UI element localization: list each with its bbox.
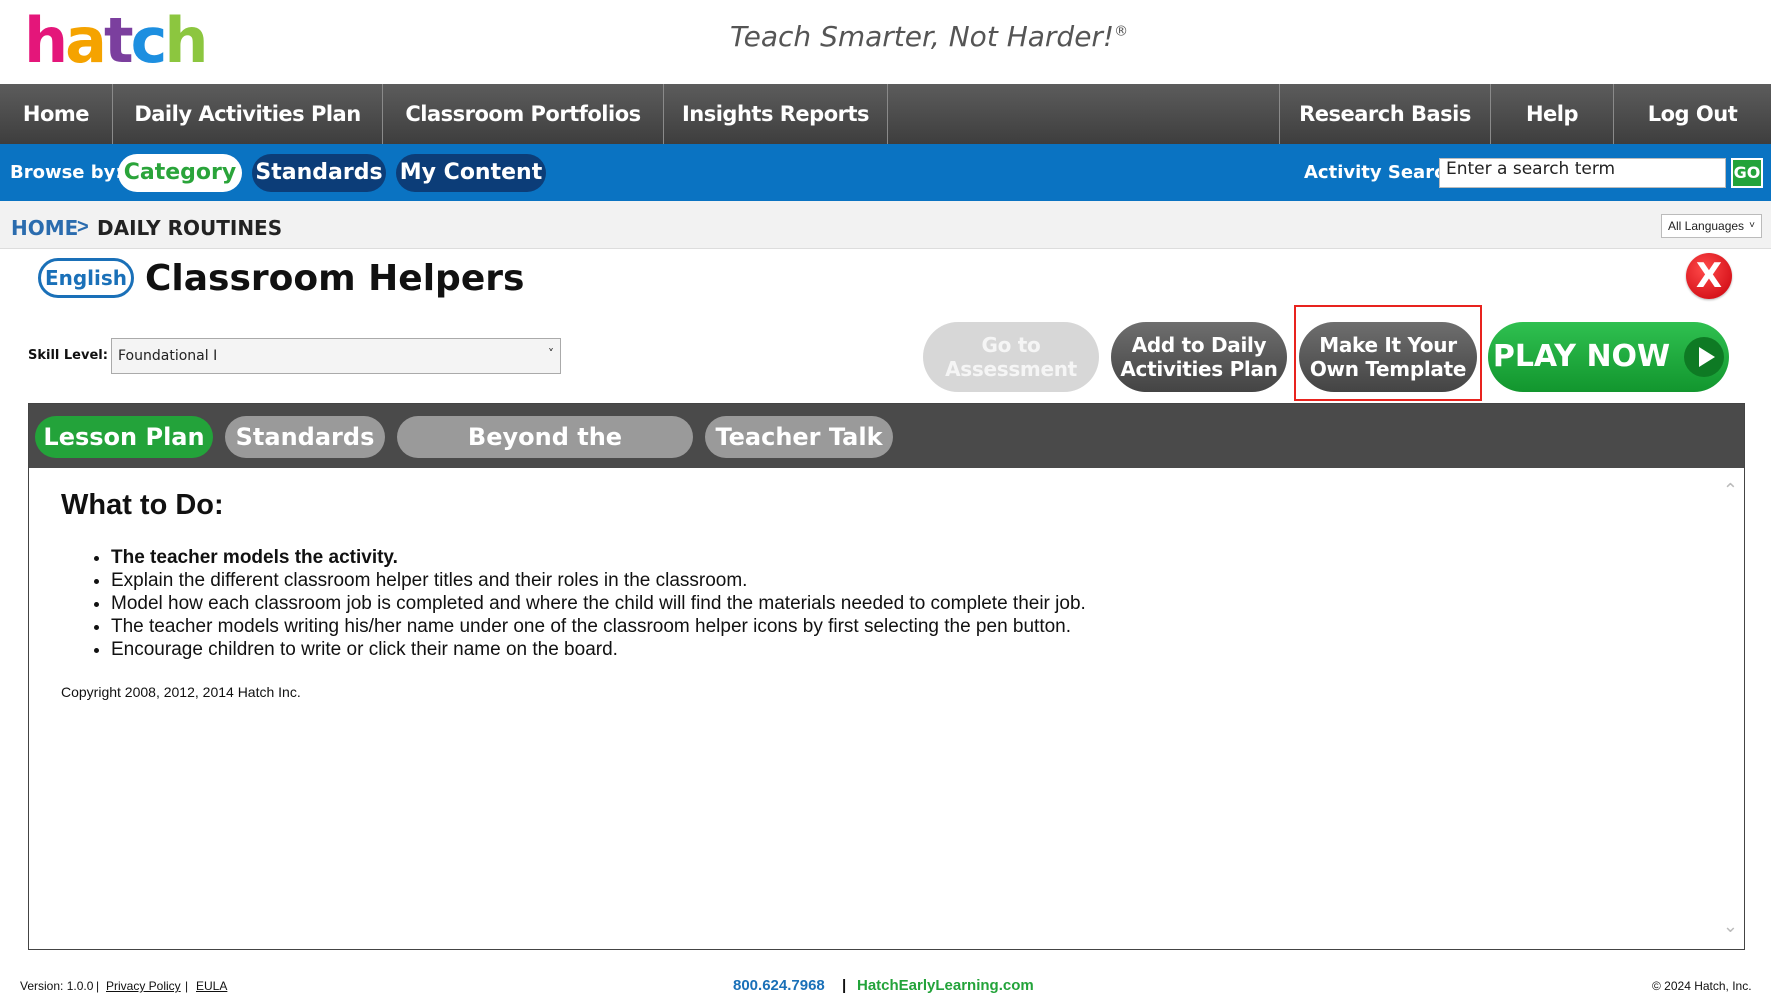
logo-letter-a: a (65, 4, 107, 77)
list-item: The teacher models writing his/her name … (111, 615, 1681, 638)
footer: Version: 1.0.0 | Privacy Policy | EULA 8… (0, 974, 1771, 995)
skill-level-label: Skill Level: (28, 348, 108, 363)
tab-teacher-talk[interactable]: Teacher Talk (705, 416, 893, 458)
skill-level-select[interactable]: Foundational I ˅ (111, 338, 561, 374)
tagline: Teach Smarter, Not Harder!® (730, 20, 1128, 53)
nav-home[interactable]: Home (0, 84, 113, 144)
language-select-value: All Languages (1668, 219, 1745, 233)
browse-category-button[interactable]: Category (118, 154, 242, 192)
list-item: The teacher models the activity. (111, 546, 1681, 569)
search-go-button[interactable]: GO (1731, 158, 1763, 188)
nav-research-basis[interactable]: Research Basis (1280, 84, 1491, 144)
highlight-box (1294, 305, 1482, 401)
play-icon (1684, 337, 1725, 377)
go-to-assessment-line1: Go to (981, 333, 1041, 357)
play-now-button[interactable]: PLAY NOW (1488, 322, 1729, 392)
list-item: Encourage children to write or click the… (111, 638, 1681, 661)
language-select[interactable]: All Languages ˅ (1661, 214, 1762, 238)
lesson-content: What to Do: The teacher models the activ… (61, 489, 1681, 700)
list-item: Explain the different classroom helper t… (111, 569, 1681, 592)
skill-level-value: Foundational I (118, 348, 218, 364)
logo-letter-t: t (103, 4, 134, 77)
add-to-plan-line1: Add to Daily (1131, 333, 1267, 357)
scroll-up-icon[interactable]: ⌃ (1723, 480, 1738, 501)
website-link[interactable]: HatchEarlyLearning.com (857, 977, 1034, 994)
go-to-assessment-line2: Assessment (945, 357, 1077, 381)
breadcrumb-separator: > (77, 216, 89, 238)
lesson-steps-list: The teacher models the activity. Explain… (111, 546, 1681, 661)
scroll-down-icon[interactable]: ⌄ (1723, 916, 1738, 937)
hatch-logo[interactable]: hatch (24, 4, 209, 77)
list-item: Model how each classroom job is complete… (111, 592, 1681, 615)
version-text: Version: 1.0.0 (20, 979, 94, 993)
browse-label: Browse by: (10, 162, 123, 183)
footer-divider: | (185, 979, 189, 993)
nav-classroom-portfolios[interactable]: Classroom Portfolios (383, 84, 664, 144)
chevron-down-icon: ˅ (548, 347, 554, 361)
activity-search-input[interactable]: Enter a search term (1439, 158, 1726, 188)
nav-log-out[interactable]: Log Out (1614, 84, 1771, 144)
breadcrumb-current: DAILY ROUTINES (97, 216, 283, 240)
browse-standards-button[interactable]: Standards (252, 154, 386, 192)
tab-lesson-plan[interactable]: Lesson Plan (35, 416, 213, 458)
tagline-mark: ® (1114, 23, 1129, 40)
tab-standards[interactable]: Standards (225, 416, 385, 458)
phone-number: 800.624.7968 (733, 977, 825, 994)
add-to-daily-plan-button[interactable]: Add to Daily Activities Plan (1111, 322, 1287, 392)
go-to-assessment-button[interactable]: Go to Assessment (923, 322, 1099, 392)
page-title: Classroom Helpers (145, 258, 525, 299)
tab-bar: Lesson Plan Standards Beyond the Technol… (29, 404, 1744, 493)
nav-help[interactable]: Help (1491, 84, 1614, 144)
browse-bar: Browse by: Category Standards My Content… (0, 144, 1771, 201)
breadcrumb-home-link[interactable]: HOME (11, 216, 78, 240)
footer-divider: | (96, 979, 100, 993)
logo-letter-c: c (130, 4, 168, 77)
breadcrumb: HOME > DAILY ROUTINES (0, 201, 1771, 249)
language-badge: English (38, 258, 134, 298)
browse-my-content-button[interactable]: My Content (396, 154, 546, 192)
section-heading: What to Do: (61, 489, 224, 521)
chevron-down-icon: ˅ (1749, 220, 1755, 231)
nav-insights-reports[interactable]: Insights Reports (664, 84, 888, 144)
eula-link[interactable]: EULA (196, 979, 227, 993)
header: hatch Teach Smarter, Not Harder!® (0, 0, 1771, 84)
logo-letter-h2: h (164, 4, 208, 77)
nav-spacer (888, 84, 1280, 144)
add-to-plan-line2: Activities Plan (1120, 357, 1278, 381)
lesson-copyright: Copyright 2008, 2012, 2014 Hatch Inc. (61, 684, 301, 700)
footer-separator: | (842, 977, 847, 994)
tab-beyond-the-technology[interactable]: Beyond the Technology (397, 416, 693, 493)
privacy-policy-link[interactable]: Privacy Policy (106, 979, 181, 993)
logo-letter-h: h (24, 4, 68, 77)
main-nav: Home Daily Activities Plan Classroom Por… (0, 84, 1771, 144)
tagline-text: Teach Smarter, Not Harder! (730, 20, 1115, 53)
nav-daily-activities-plan[interactable]: Daily Activities Plan (113, 84, 383, 144)
footer-copyright: © 2024 Hatch, Inc. (1652, 979, 1752, 993)
close-button[interactable]: X (1686, 253, 1732, 299)
activity-search-value: Enter a search term (1446, 159, 1616, 179)
play-now-label: PLAY NOW (1492, 339, 1671, 374)
lesson-panel: Lesson Plan Standards Beyond the Technol… (28, 403, 1745, 950)
